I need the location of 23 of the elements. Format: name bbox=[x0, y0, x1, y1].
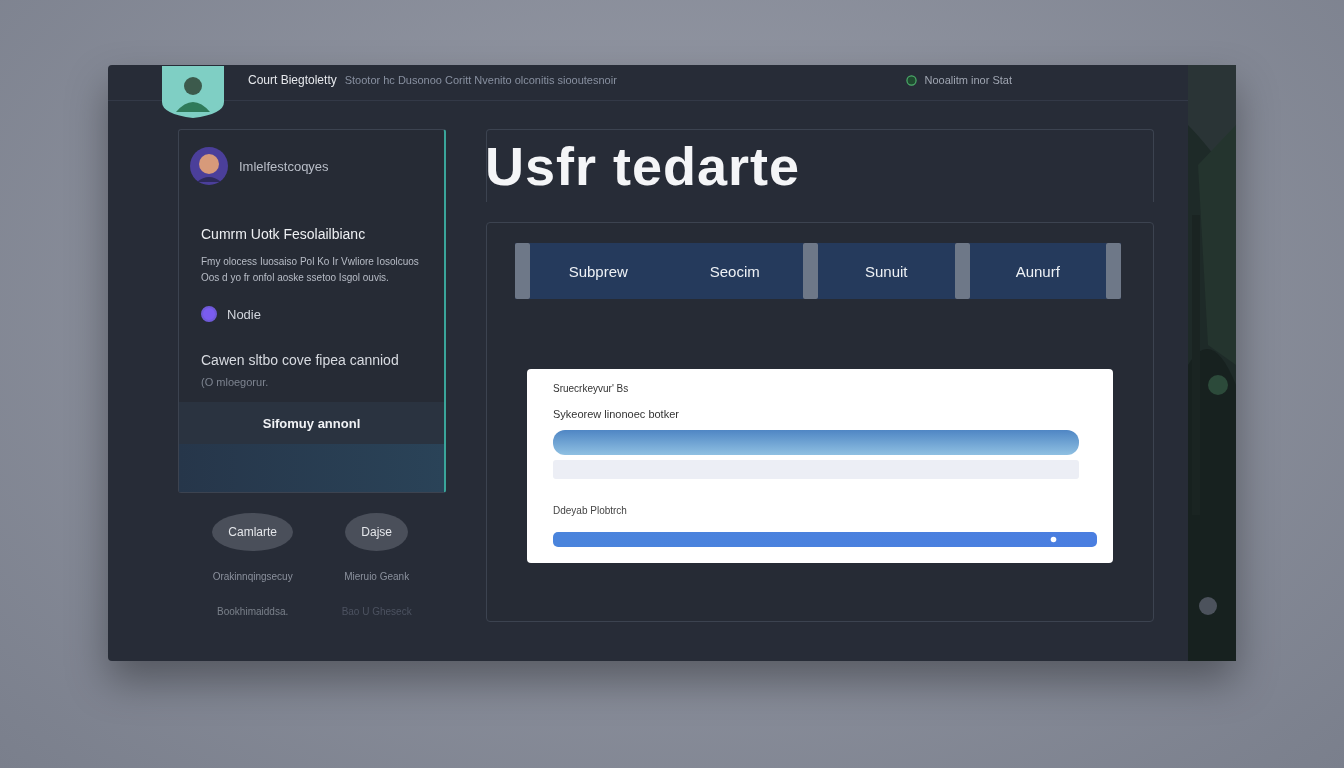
app-title: Court Biegtoletty bbox=[248, 73, 337, 87]
note-subtext: (O mloegorur. bbox=[200, 375, 270, 388]
status-text: Nooalitm inor Stat bbox=[924, 74, 1012, 86]
caption-text: Bookhimaiddsa. bbox=[217, 606, 289, 617]
tab[interactable]: Seocim bbox=[666, 243, 803, 299]
pill-button[interactable]: Camlarte bbox=[212, 513, 293, 551]
card-label: Sruecrkeyvur' Bs bbox=[553, 383, 630, 394]
tab[interactable]: Sunuit bbox=[818, 243, 955, 299]
caption-text: Orakinnqingsecuy bbox=[212, 571, 293, 582]
caption-text: Mieruio Geank bbox=[344, 571, 410, 582]
note-title: Cawen sltbo cove fipea canniod bbox=[200, 351, 400, 368]
header-subtitle: Stootor hc Dusonoo Coritt Nvenito olconitis siooutesnoir bbox=[344, 74, 617, 86]
section-heading: Cumrm Uotk Fesolailbianc bbox=[200, 225, 367, 242]
tab[interactable]: Subprew bbox=[530, 243, 667, 299]
action-button[interactable]: Sifomuy annonl bbox=[179, 402, 444, 444]
section-label: Ddeyab Plobtrch bbox=[553, 505, 628, 516]
field-label: Sykeorew linonoec botker bbox=[553, 408, 680, 420]
description-text: Fmy olocess Iuosaiso Pol Ko Ir Vwliore Iosolcuos Oos d yo fr onfol aoske ssetoo Isgol ouvis. bbox=[201, 255, 420, 285]
page-title: Usfr tedarte bbox=[485, 135, 801, 197]
pill-button[interactable]: Dajse bbox=[345, 513, 408, 551]
option-label: Nodie bbox=[227, 306, 261, 322]
tab[interactable]: Aunurf bbox=[969, 243, 1106, 299]
profile-name: Imlelfestcoqyes bbox=[239, 158, 329, 174]
